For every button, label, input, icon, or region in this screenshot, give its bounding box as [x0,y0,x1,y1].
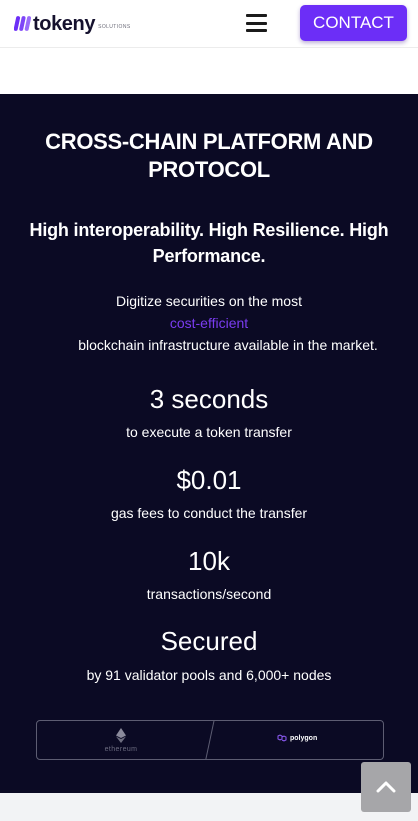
scroll-to-top-button[interactable] [361,762,411,812]
tokeny-logo[interactable]: tokeny SOLUTIONS [14,11,131,35]
logo-subtitle: SOLUTIONS [98,24,131,30]
partner-logos: ethereum polygon [36,720,384,760]
cross-chain-section: CROSS-CHAIN PLATFORM AND PROTOCOL High i… [0,94,418,793]
stat-label: to execute a token transfer [126,424,292,440]
stat-value: Secured [160,626,258,656]
ethereum-logo[interactable]: ethereum [101,728,141,756]
partner-divider [204,721,215,759]
stat-value: 10k [188,546,230,576]
polygon-logo[interactable]: polygon [277,734,317,742]
polygon-icon [277,734,287,742]
menu-bar [246,29,267,32]
section-title: CROSS-CHAIN PLATFORM AND PROTOCOL [45,129,373,182]
next-section [0,793,418,821]
chevron-up-icon [376,781,396,793]
description-highlight: cost-efficient [169,315,249,331]
stat-value: $0.01 [176,465,242,495]
stat-label: gas fees to conduct the transfer [110,505,308,521]
hamburger-menu-icon[interactable] [246,14,267,32]
stat-label: transactions/second [146,586,272,602]
ethereum-label: ethereum [104,746,138,753]
logo-wordmark: tokeny [33,13,96,35]
section-subtitle: High interoperability. High Resilience. … [29,220,389,266]
menu-bar [246,21,267,25]
menu-bar [246,14,267,17]
ethereum-icon [116,728,126,743]
stat-value: 3 seconds [149,384,269,414]
description-line: Digitize securities on the most [116,293,302,309]
site-header: tokeny SOLUTIONS CONTACT [0,0,418,48]
polygon-label: polygon [290,734,318,742]
tokeny-logo-mark-icon [14,16,31,31]
contact-button[interactable]: CONTACT [300,5,407,41]
description-line: blockchain infrastructure available in t… [78,337,378,353]
stat-label: by 91 validator pools and 6,000+ nodes [86,667,332,683]
